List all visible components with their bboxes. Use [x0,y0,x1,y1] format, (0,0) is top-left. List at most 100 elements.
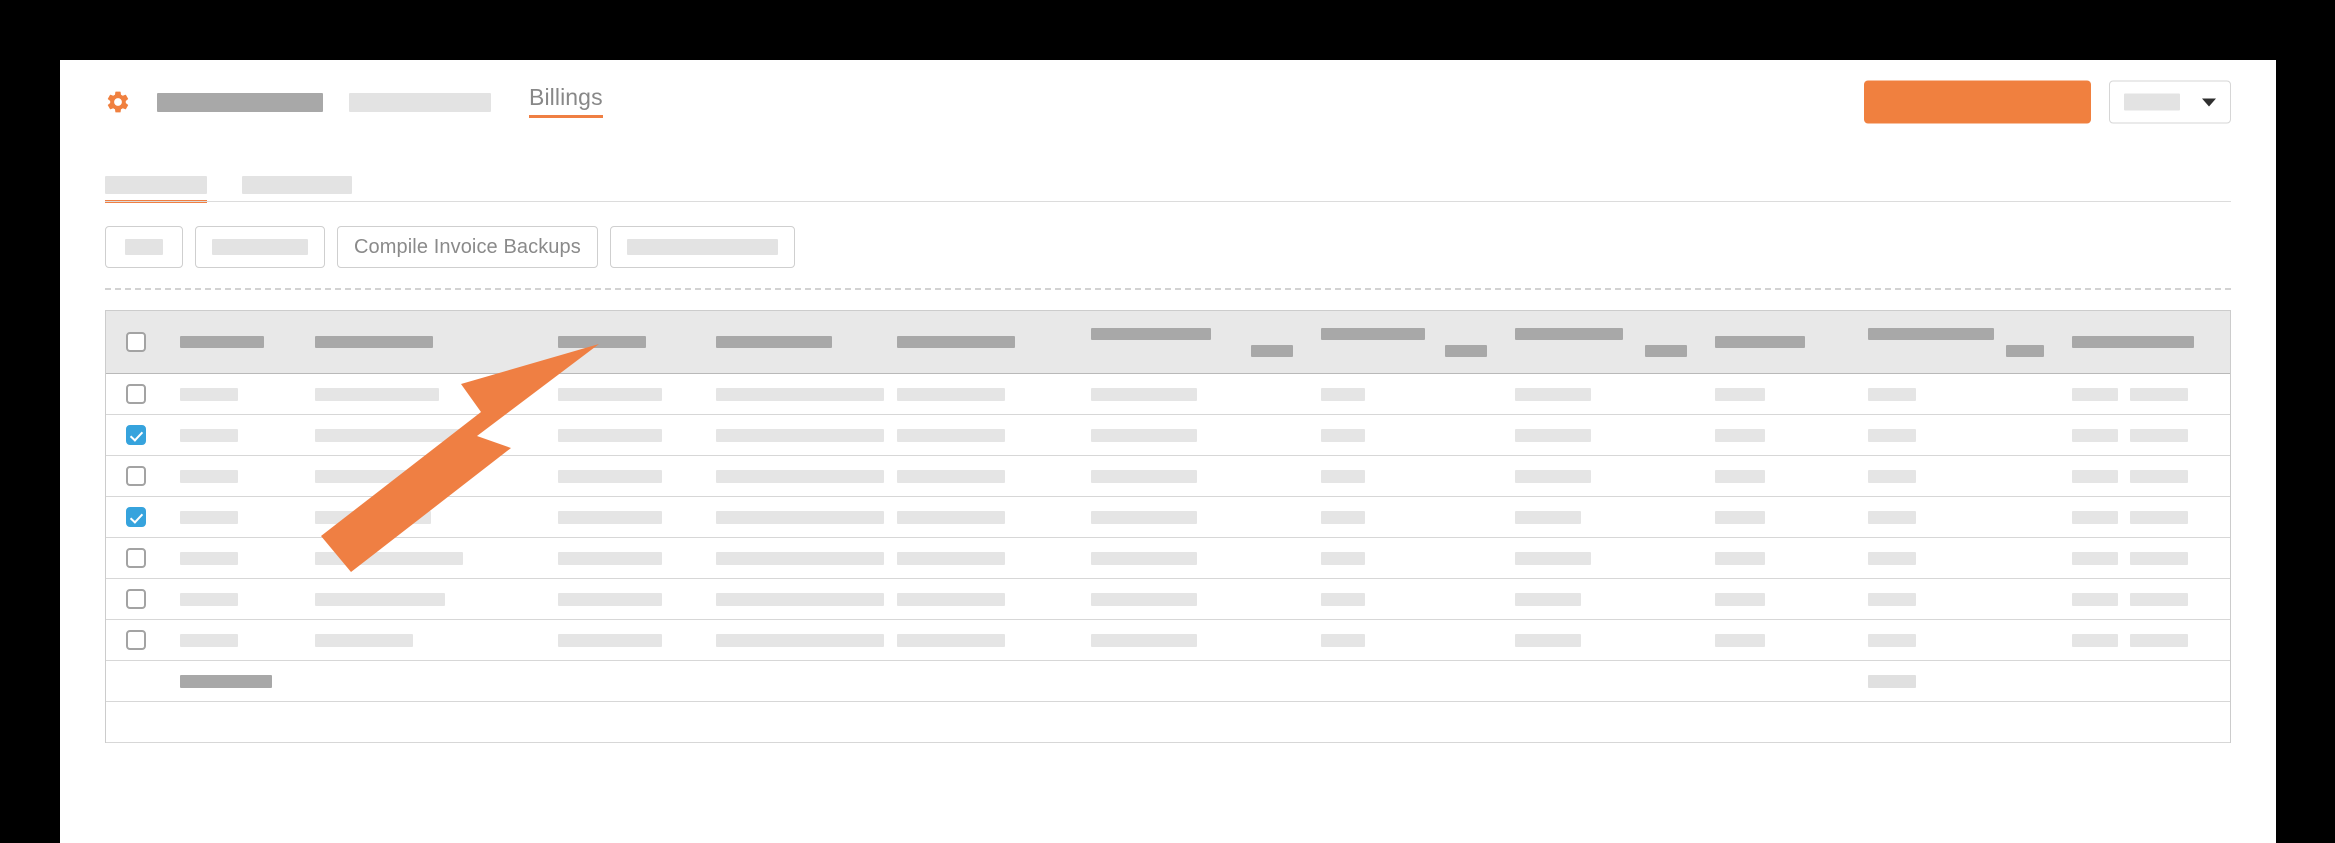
cell-value [1320,428,1365,442]
cell-value [2072,551,2119,565]
table-cell [2058,619,2230,661]
row-checkbox[interactable] [125,630,146,650]
table-cell [1501,414,1701,456]
table-row[interactable] [106,496,2230,538]
cell-value [2072,469,2119,483]
table-cell [1501,537,1701,579]
cell-content [883,387,1078,401]
primary-action-button[interactable] [1864,80,2091,124]
cell-content [544,387,702,401]
table-row[interactable] [106,578,2230,620]
column-header-col-11[interactable] [2058,311,2230,374]
column-header-col-3[interactable] [543,311,702,374]
table-cell [165,619,301,661]
cell-content [1701,592,1855,606]
select-all-checkbox[interactable] [125,332,146,352]
cell-value [1091,387,1198,401]
table-row[interactable] [106,414,2230,456]
column-header-col-10[interactable] [1854,311,2059,374]
table-row[interactable] [106,373,2230,415]
column-header-col-6[interactable] [1077,311,1307,374]
table-row[interactable] [106,619,2230,661]
cell-value [715,387,884,401]
row-checkbox[interactable] [125,425,146,445]
row-select-cell [106,414,166,456]
cell-value [557,469,662,483]
account-dropdown[interactable] [2109,80,2231,124]
table-cell [1700,496,1855,538]
table-cell [1854,537,2059,579]
cell-value [2130,592,2189,606]
gear-icon[interactable] [105,89,131,115]
cell-content [1701,387,1855,401]
tail-cell [882,701,1078,743]
cell-content [166,428,301,442]
table-cell [882,496,1078,538]
row-checkbox[interactable] [125,589,146,609]
cell-value [1868,387,1917,401]
table-cell [882,578,1078,620]
header-label-line-1 [314,336,433,348]
breadcrumb-item-1[interactable] [157,92,323,112]
cell-value [557,592,662,606]
column-header-col-2[interactable] [300,311,544,374]
toolbar-button-2[interactable] [195,226,325,268]
column-header-col-7[interactable] [1306,311,1502,374]
table-cell [1306,496,1502,538]
cell-content [1701,428,1855,442]
toolbar-button-1[interactable] [105,226,183,268]
cell-value [1091,551,1198,565]
header-label-line-1 [1515,327,1624,340]
cell-content [1077,510,1306,524]
cell-value [314,428,467,442]
select-all-header-cell [106,311,166,374]
table-cell [300,537,544,579]
cell-value [715,551,884,565]
column-header-col-4[interactable] [701,311,883,374]
column-header-col-1[interactable] [165,311,301,374]
table-cell [543,496,702,538]
table-cell [882,455,1078,497]
table-cell [300,578,544,620]
table-row[interactable] [106,537,2230,579]
tab-secondary[interactable] [242,168,352,202]
cell-content [1501,633,1700,647]
breadcrumb-item-billings[interactable]: Billings [529,86,603,118]
column-header-col-5[interactable] [882,311,1078,374]
toolbar-button-4[interactable] [609,226,795,268]
cell-content [883,510,1078,524]
column-header-col-8[interactable] [1501,311,1701,374]
table-cell [2058,537,2230,579]
cell-value [715,510,884,524]
toolbar-button-1-label [125,239,163,255]
table-cell [1700,414,1855,456]
table-row[interactable] [106,455,2230,497]
header-label-line-2 [1250,344,1293,357]
cell-content [301,551,544,565]
app-window: Billings Compile Invoice Backups [60,60,2276,843]
row-checkbox[interactable] [125,507,146,527]
breadcrumb-item-2[interactable] [349,92,491,112]
compile-invoice-backups-button[interactable]: Compile Invoice Backups [337,226,598,268]
breadcrumb: Billings [157,86,603,118]
tail-cell [701,701,883,743]
cell-content [1501,469,1700,483]
table-cell [1854,619,2059,661]
table-cell [543,578,702,620]
column-header-label [2058,336,2230,348]
tab-primary[interactable] [105,168,207,203]
cell-content [1307,469,1502,483]
cell-content [1307,551,1502,565]
table-cell [701,455,884,497]
row-checkbox[interactable] [125,548,146,568]
cell-content [544,510,702,524]
invoice-table-body [106,373,2230,743]
table-cell [1077,619,1307,661]
table-cell [300,414,544,456]
row-checkbox[interactable] [125,466,146,486]
row-checkbox[interactable] [125,384,146,404]
column-header-col-9[interactable] [1700,311,1855,374]
column-header-label [883,336,1078,348]
cell-content [1501,551,1700,565]
header-actions [1864,80,2231,124]
